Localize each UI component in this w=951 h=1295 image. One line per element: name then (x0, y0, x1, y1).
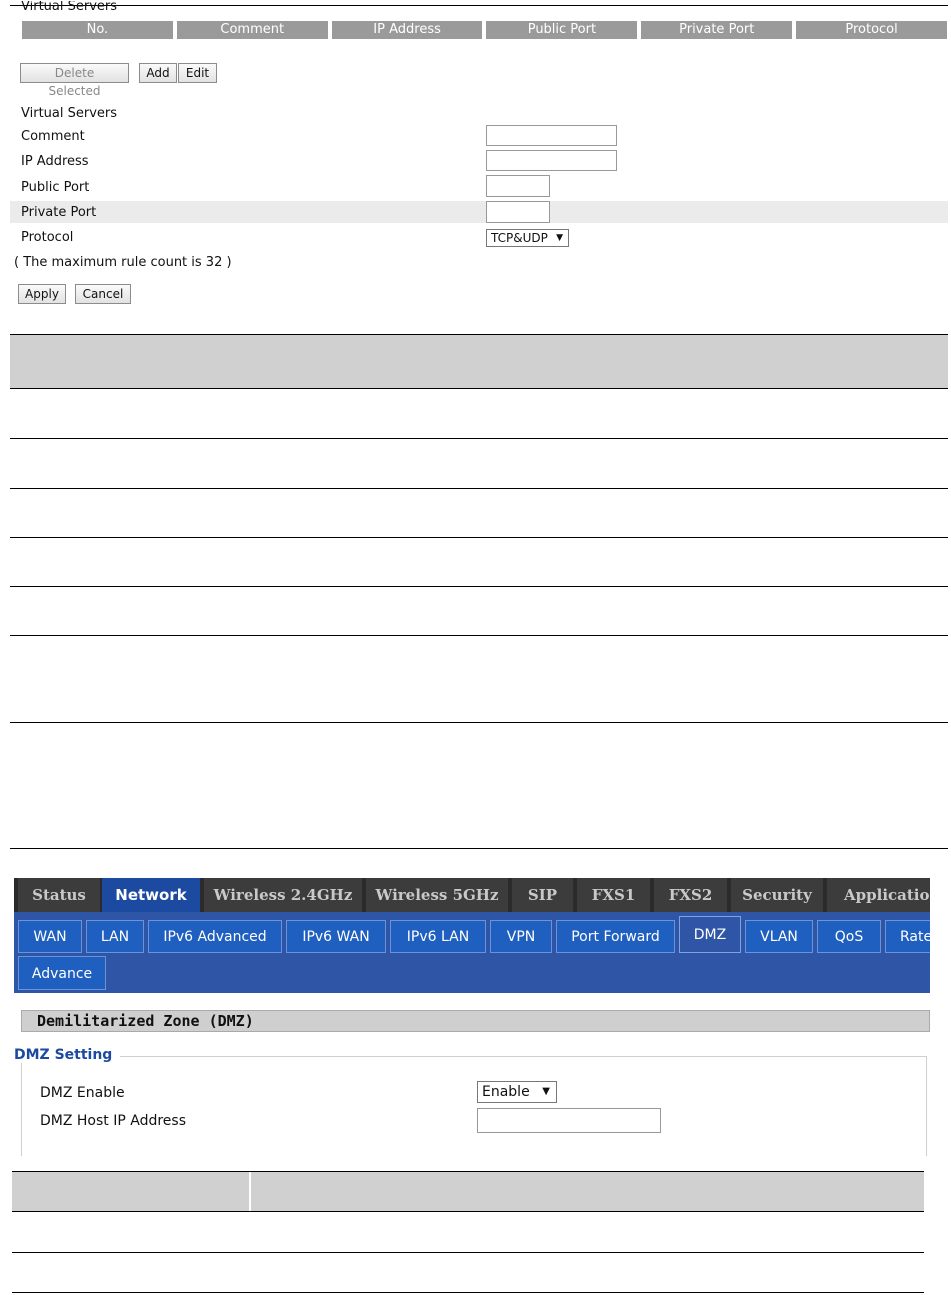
row-divider (10, 537, 948, 538)
tab-application[interactable]: Application (827, 878, 930, 912)
subtab-ipv6-lan[interactable]: IPv6 LAN (390, 920, 486, 953)
subtab-ipv6-advanced[interactable]: IPv6 Advanced (148, 920, 282, 953)
apply-button[interactable]: Apply (18, 284, 66, 304)
cancel-button[interactable]: Cancel (75, 284, 131, 304)
ip-address-input[interactable] (486, 150, 617, 171)
dmz-enable-label: DMZ Enable (40, 1085, 125, 1101)
dmz-setting-legend: DMZ Setting (14, 1047, 121, 1063)
subtab-advance[interactable]: Advance (18, 956, 106, 990)
column-protocol: Protocol (796, 21, 947, 39)
delete-selected-button[interactable]: Delete Selected (20, 63, 129, 98)
protocol-select-value: TCP&UDP (491, 231, 548, 245)
ip-address-label: IP Address (21, 154, 89, 169)
row-divider (10, 722, 948, 723)
section-divider (10, 848, 948, 849)
subtab-ipv6-wan[interactable]: IPv6 WAN (286, 920, 386, 953)
comment-input[interactable] (486, 125, 617, 146)
chevron-down-icon: ▼ (542, 1086, 550, 1097)
tab-status[interactable]: Status (18, 878, 100, 912)
add-button[interactable]: Add (139, 63, 177, 83)
row-divider (10, 586, 948, 587)
subtab-vpn[interactable]: VPN (490, 920, 552, 953)
dmz-enable-select[interactable]: Enable ▼ (477, 1081, 557, 1103)
comment-label: Comment (21, 129, 85, 144)
row-divider (10, 635, 948, 636)
row-divider (12, 1211, 924, 1212)
empty-table-header (10, 334, 948, 389)
subtab-vlan[interactable]: VLAN (745, 920, 813, 953)
subtab-dmz[interactable]: DMZ (679, 916, 741, 953)
tab-wireless-5ghz[interactable]: Wireless 5GHz (366, 878, 508, 912)
tab-security[interactable]: Security (731, 878, 823, 912)
dmz-host-ip-input[interactable] (477, 1108, 661, 1133)
column-public-port: Public Port (486, 21, 638, 39)
dmz-table-header-cell (12, 1172, 249, 1212)
subtab-rate[interactable]: Rate (885, 920, 930, 953)
tab-wireless-24ghz[interactable]: Wireless 2.4GHz (204, 878, 362, 912)
dmz-table-header-cell (251, 1172, 924, 1212)
row-divider (10, 438, 948, 439)
max-rule-note: ( The maximum rule count is 32 ) (14, 255, 232, 270)
row-divider (12, 1252, 924, 1253)
public-port-input[interactable] (486, 175, 550, 197)
highlighted-row (10, 201, 948, 223)
subtab-lan[interactable]: LAN (86, 920, 144, 953)
subtab-qos[interactable]: QoS (817, 920, 881, 953)
edit-button[interactable]: Edit (178, 63, 217, 83)
tab-fxs2[interactable]: FXS2 (654, 878, 727, 912)
tab-fxs1[interactable]: FXS1 (577, 878, 650, 912)
sub-navigation: WAN LAN IPv6 Advanced IPv6 WAN IPv6 LAN … (14, 912, 930, 993)
protocol-select[interactable]: TCP&UDP ▼ (486, 229, 569, 247)
dmz-host-ip-label: DMZ Host IP Address (40, 1113, 187, 1129)
subtab-wan[interactable]: WAN (18, 920, 82, 953)
dmz-setting-group (21, 1056, 927, 1156)
form-title: Virtual Servers (21, 106, 118, 121)
chevron-down-icon: ▼ (556, 233, 563, 243)
tab-network[interactable]: Network (102, 878, 200, 912)
virtual-servers-table-title: Virtual Servers (21, 1, 118, 13)
section-title: Demilitarized Zone (DMZ) (21, 1010, 930, 1032)
private-port-input[interactable] (486, 201, 550, 223)
top-navigation: Status Network Wireless 2.4GHz Wireless … (14, 878, 930, 912)
dmz-table-header (12, 1171, 924, 1212)
column-no: No. (22, 21, 173, 39)
subtab-port-forward[interactable]: Port Forward (556, 920, 675, 953)
private-port-label: Private Port (21, 205, 97, 220)
dmz-enable-select-value: Enable (482, 1084, 530, 1100)
column-comment: Comment (176, 21, 328, 39)
virtual-servers-table-header: No. Comment IP Address Public Port Priva… (22, 21, 947, 39)
column-private-port: Private Port (641, 21, 793, 39)
tab-sip[interactable]: SIP (512, 878, 573, 912)
protocol-label: Protocol (21, 230, 74, 245)
row-divider (10, 488, 948, 489)
column-ip-address: IP Address (331, 21, 483, 39)
public-port-label: Public Port (21, 180, 90, 195)
row-divider (12, 1292, 924, 1293)
